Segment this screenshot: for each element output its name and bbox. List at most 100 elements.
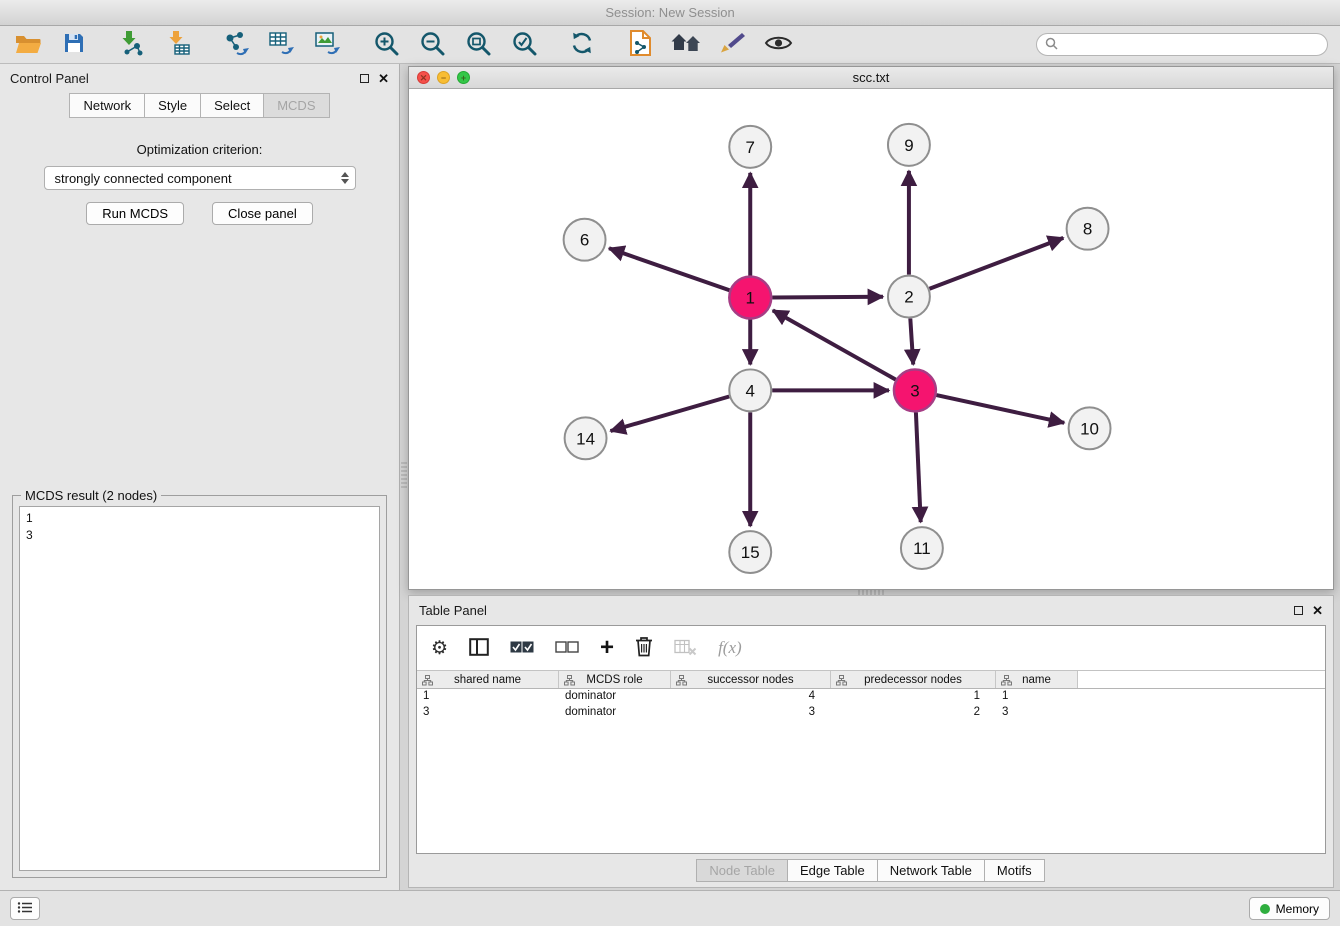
task-history-button[interactable] (10, 897, 40, 920)
cell-predecessor-nodes: 1 (831, 689, 996, 705)
window-close-icon[interactable]: ✕ (417, 71, 430, 84)
zoom-in-button[interactable] (370, 29, 402, 61)
vertical-splitter-handle[interactable] (401, 462, 407, 488)
open-session-button[interactable] (12, 29, 44, 61)
graph-node-9[interactable]: 9 (888, 124, 930, 166)
graph-edge-4-14[interactable] (611, 396, 730, 431)
tab-mcds[interactable]: MCDS (263, 93, 329, 118)
export-network-button[interactable] (220, 29, 252, 61)
window-titlebar: Session: New Session (0, 0, 1340, 26)
tab-edge-table[interactable]: Edge Table (787, 859, 878, 882)
graph-node-1[interactable]: 1 (729, 277, 771, 319)
graph-edge-1-6[interactable] (609, 248, 729, 290)
control-panel-title: Control Panel (10, 71, 89, 86)
network-window-titlebar[interactable]: ✕ − + scc.txt (409, 67, 1333, 89)
column-header-successor-nodes[interactable]: successor nodes (671, 671, 831, 688)
tab-motifs[interactable]: Motifs (984, 859, 1045, 882)
import-network-button[interactable] (116, 29, 148, 61)
table-panel-title: Table Panel (419, 603, 487, 618)
graph-edge-3-10[interactable] (936, 395, 1064, 423)
svg-text:11: 11 (913, 539, 931, 558)
graph-node-14[interactable]: 14 (565, 417, 607, 459)
graph-node-7[interactable]: 7 (729, 126, 771, 168)
graph-edge-3-1[interactable] (773, 310, 896, 379)
optimization-criterion-label: Optimization criterion: (0, 142, 399, 157)
control-panel: Control Panel ✕ Network Style Select MCD… (0, 64, 400, 890)
list-icon (17, 901, 33, 917)
float-panel-button[interactable] (360, 74, 369, 83)
graph-node-4[interactable]: 4 (729, 369, 771, 411)
import-table-button[interactable] (162, 29, 194, 61)
window-minimize-icon[interactable]: − (437, 71, 450, 84)
export-network-icon (222, 30, 250, 59)
tab-network[interactable]: Network (69, 93, 145, 118)
graph-node-11[interactable]: 11 (901, 527, 943, 569)
status-bar: Memory (0, 890, 1340, 926)
close-panel-action-button[interactable]: Close panel (212, 202, 313, 225)
zoom-out-button[interactable] (416, 29, 448, 61)
table-settings-button[interactable]: ⚙ (431, 634, 448, 662)
show-graphics-details-button[interactable] (762, 29, 794, 61)
delete-column-button[interactable] (635, 634, 653, 662)
zoom-in-icon (374, 31, 399, 59)
function-builder-button[interactable]: f(x) (718, 634, 742, 662)
graph-edge-2-8[interactable] (929, 238, 1063, 289)
gear-icon: ⚙ (431, 639, 448, 658)
new-network-from-selection-button[interactable] (624, 29, 656, 61)
layout-group (566, 29, 598, 61)
graph-edge-3-11[interactable] (916, 412, 921, 522)
delete-table-button[interactable] (674, 634, 697, 662)
tab-node-table[interactable]: Node Table (696, 859, 788, 882)
network-canvas-area[interactable]: 7 9 6 8 1 2 4 3 14 10 15 11 (409, 89, 1333, 589)
svg-text:9: 9 (904, 136, 913, 155)
graph-node-10[interactable]: 10 (1069, 407, 1111, 449)
table-row[interactable]: 1 dominator 4 1 1 (417, 689, 1325, 705)
graph-node-15[interactable]: 15 (729, 531, 771, 573)
control-panel-tabs: Network Style Select MCDS (0, 93, 399, 118)
tab-network-table[interactable]: Network Table (877, 859, 985, 882)
run-mcds-button[interactable]: Run MCDS (86, 202, 184, 225)
import-network-icon (119, 30, 145, 59)
window-maximize-icon[interactable]: + (457, 71, 470, 84)
column-header-name[interactable]: name (996, 671, 1078, 688)
graph-node-3[interactable]: 3 (894, 369, 936, 411)
graph-node-2[interactable]: 2 (888, 276, 930, 318)
search-icon (1045, 37, 1058, 53)
mcds-result-list[interactable]: 1 3 (19, 506, 380, 871)
cell-name: 1 (996, 689, 1078, 705)
export-table-button[interactable] (266, 29, 298, 61)
close-panel-button[interactable]: ✕ (378, 72, 389, 85)
cell-shared-name: 3 (417, 705, 559, 721)
column-header-shared-name[interactable]: shared name (417, 671, 559, 688)
close-table-panel-button[interactable]: ✕ (1312, 604, 1323, 617)
zoom-selected-button[interactable] (508, 29, 540, 61)
criterion-dropdown[interactable]: strongly connected component (44, 166, 356, 190)
graph-edge-1-2[interactable] (772, 297, 883, 298)
select-all-columns-button[interactable] (510, 634, 534, 662)
table-row[interactable]: 3 dominator 3 2 3 (417, 705, 1325, 721)
first-neighbors-button[interactable] (670, 29, 702, 61)
search-input[interactable] (1063, 38, 1319, 52)
apply-layout-button[interactable] (566, 29, 598, 61)
graph-edge-2-3[interactable] (910, 319, 913, 365)
tab-style[interactable]: Style (144, 93, 201, 118)
memory-status-button[interactable]: Memory (1249, 897, 1330, 920)
tab-select[interactable]: Select (200, 93, 264, 118)
save-session-button[interactable] (58, 29, 90, 61)
main-toolbar (0, 26, 1340, 64)
column-header-mcds-role[interactable]: MCDS role (559, 671, 671, 688)
create-column-button[interactable]: + (600, 634, 614, 662)
search-box[interactable] (1036, 33, 1328, 56)
export-table-icon (268, 30, 296, 59)
float-table-panel-button[interactable] (1294, 606, 1303, 615)
apply-style-button[interactable] (716, 29, 748, 61)
zoom-fit-button[interactable] (462, 29, 494, 61)
export-image-icon (314, 30, 342, 59)
export-image-button[interactable] (312, 29, 344, 61)
plus-icon: + (600, 636, 614, 660)
column-header-predecessor-nodes[interactable]: predecessor nodes (831, 671, 996, 688)
graph-node-6[interactable]: 6 (564, 219, 606, 261)
show-columns-button[interactable] (469, 634, 489, 662)
deselect-all-columns-button[interactable] (555, 634, 579, 662)
graph-node-8[interactable]: 8 (1067, 208, 1109, 250)
